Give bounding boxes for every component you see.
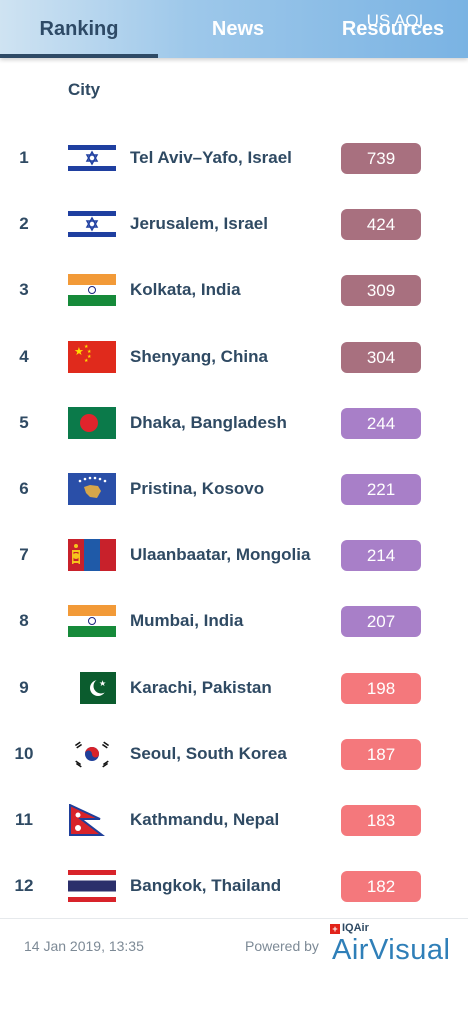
aqi-badge: 187: [341, 739, 421, 770]
ranking-row[interactable]: 11 Kathmandu, Nepal 183: [0, 800, 468, 840]
ranking-row[interactable]: 4 ★ ★ ★ ★ ★ Shenyang, China 304: [0, 337, 468, 377]
aqi-badge: 309: [341, 275, 421, 306]
city-name: Seoul, South Korea: [130, 744, 287, 763]
rank-number: 4: [19, 347, 29, 366]
svg-text:★: ★: [84, 358, 89, 364]
tab-news[interactable]: News: [158, 0, 318, 58]
rank-number: 3: [19, 280, 29, 299]
active-tab-indicator: [0, 54, 158, 58]
rank-number: 12: [14, 876, 34, 895]
tab-ranking[interactable]: Ranking: [0, 0, 158, 58]
ranking-row[interactable]: 1 Tel Aviv–Yafo, Israel 739: [0, 138, 468, 178]
israel-flag: [68, 208, 116, 240]
iqair-logo-text: IQAir: [342, 922, 369, 934]
ranking-row[interactable]: 7 Ulaanbaatar, Mongolia 214: [0, 535, 468, 575]
city-name: Dhaka, Bangladesh: [130, 413, 287, 432]
rank-number: 6: [19, 479, 29, 498]
timestamp: 14 Jan 2019, 13:35: [24, 938, 144, 954]
iqair-logo[interactable]: + IQAir: [330, 922, 369, 934]
ranking-row[interactable]: 5 Dhaka, Bangladesh 244: [0, 403, 468, 443]
rank-number: 5: [19, 413, 29, 432]
column-header-city: City: [68, 80, 101, 99]
aqi-badge: 244: [341, 408, 421, 439]
aqi-badge: 198: [341, 673, 421, 704]
south-korea-flag: [68, 738, 116, 770]
ranking-row[interactable]: 2 Jerusalem, Israel 424: [0, 204, 468, 244]
city-name: Mumbai, India: [130, 611, 244, 630]
city-name: Jerusalem, Israel: [130, 214, 268, 233]
pakistan-flag: ★: [68, 672, 116, 704]
aqi-badge: 183: [341, 805, 421, 836]
ranking-row[interactable]: 9 ★ Karachi, Pakistan 198: [0, 668, 468, 708]
nepal-flag: [68, 804, 116, 836]
city-name: Kathmandu, Nepal: [130, 810, 280, 829]
city-name: Tel Aviv–Yafo, Israel: [130, 148, 292, 167]
rank-number: 8: [19, 611, 29, 630]
city-name: Karachi, Pakistan: [130, 678, 272, 697]
bangladesh-flag: [68, 407, 116, 439]
ranking-row[interactable]: 3 Kolkata, India 309: [0, 270, 468, 310]
mongolia-flag: [68, 539, 116, 571]
aqi-badge: 304: [341, 342, 421, 373]
india-flag: [68, 274, 116, 306]
footer-divider: [0, 918, 468, 919]
column-header-aqi: US AQI: [366, 10, 424, 30]
powered-by-label: Powered by: [245, 938, 319, 954]
kosovo-flag: [68, 473, 116, 505]
svg-text:★: ★: [74, 345, 84, 358]
city-name: Kolkata, India: [130, 280, 241, 299]
city-name: Bangkok, Thailand: [130, 876, 282, 895]
thailand-flag: [68, 870, 116, 902]
ranking-row[interactable]: 6 Pristina, Kosovo 221: [0, 469, 468, 509]
aqi-badge: 214: [341, 540, 421, 571]
rank-number: 10: [14, 744, 34, 763]
ranking-row[interactable]: 8 Mumbai, India 207: [0, 601, 468, 641]
svg-text:★: ★: [99, 679, 106, 688]
ranking-row[interactable]: 12 Bangkok, Thailand 182: [0, 866, 468, 906]
rank-number: 1: [19, 148, 29, 167]
aqi-badge: 182: [341, 871, 421, 902]
india-flag: [68, 605, 116, 637]
aqi-badge: 221: [341, 474, 421, 505]
rank-number: 9: [19, 678, 29, 697]
rank-number: 11: [15, 810, 33, 829]
swiss-cross-icon: +: [330, 924, 340, 934]
ranking-row[interactable]: 10 Seoul, South Korea 187: [0, 734, 468, 774]
rank-number: 7: [19, 545, 29, 564]
rank-number: 2: [19, 214, 29, 233]
city-name: Shenyang, China: [130, 347, 268, 366]
aqi-badge: 739: [341, 143, 421, 174]
city-name: Pristina, Kosovo: [130, 479, 265, 498]
city-name: Ulaanbaatar, Mongolia: [130, 545, 311, 564]
israel-flag: [68, 142, 116, 174]
airvisual-logo[interactable]: AirVisual: [332, 934, 450, 967]
aqi-badge: 207: [341, 606, 421, 637]
aqi-badge: 424: [341, 209, 421, 240]
china-flag: ★ ★ ★ ★ ★: [68, 341, 116, 373]
